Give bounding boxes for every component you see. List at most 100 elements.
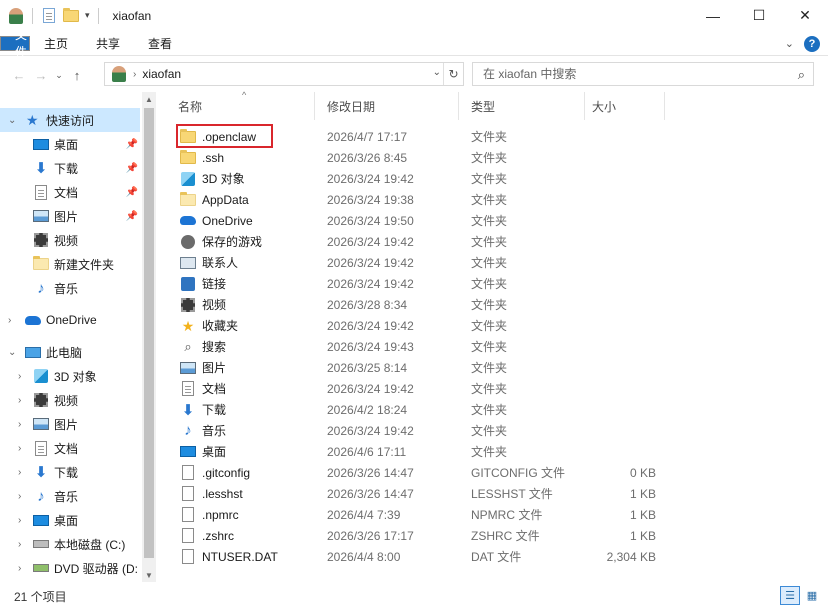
chevron-right-icon[interactable]: ›	[18, 443, 21, 454]
address-bar[interactable]: › xiaofan ⌄ ↻	[104, 62, 464, 86]
file-name-cell[interactable]: 桌面	[180, 441, 226, 462]
refresh-button[interactable]: ↻	[443, 63, 463, 85]
tab-file[interactable]: 文件	[0, 28, 30, 59]
maximize-button[interactable]: ☐	[736, 0, 782, 31]
chevron-right-icon[interactable]: ›	[18, 395, 21, 406]
chevron-right-icon[interactable]: ›	[18, 467, 21, 478]
chevron-down-icon[interactable]: ⌄	[8, 115, 16, 126]
file-row[interactable]: ♪ 音乐 2026/3/24 19:42 文件夹	[168, 420, 828, 441]
tab-share[interactable]: 共享	[82, 31, 134, 56]
file-row[interactable]: NTUSER.DAT 2026/4/4 8:00 DAT 文件 2,304 KB	[168, 546, 828, 567]
breadcrumb-separator-icon[interactable]: ›	[133, 69, 136, 80]
file-name-cell[interactable]: ♪ 音乐	[180, 420, 226, 441]
nav-pc-desktop[interactable]: › 桌面	[0, 508, 140, 532]
forward-button[interactable]: →	[30, 64, 52, 86]
file-row[interactable]: 保存的游戏 2026/3/24 19:42 文件夹	[168, 231, 828, 252]
file-row[interactable]: ⬇ 下载 2026/4/2 18:24 文件夹	[168, 399, 828, 420]
scroll-thumb[interactable]	[144, 108, 154, 558]
large-icons-view-button[interactable]: ▦	[802, 586, 822, 605]
nav-this-pc[interactable]: ⌄ 此电脑	[0, 340, 140, 364]
file-row[interactable]: 3D 对象 2026/3/24 19:42 文件夹	[168, 168, 828, 189]
search-box[interactable]: ⌕	[472, 62, 814, 86]
nav-item-videos[interactable]: 视频	[0, 228, 140, 252]
nav-item-new-folder[interactable]: 新建文件夹	[0, 252, 140, 276]
file-name-cell[interactable]: 图片	[180, 357, 226, 378]
file-row[interactable]: ⌕ 搜索 2026/3/24 19:43 文件夹	[168, 336, 828, 357]
nav-pc-documents[interactable]: › 文档	[0, 436, 140, 460]
chevron-right-icon[interactable]: ›	[18, 515, 21, 526]
search-icon[interactable]: ⌕	[798, 67, 805, 83]
file-row[interactable]: ★ 收藏夹 2026/3/24 19:42 文件夹	[168, 315, 828, 336]
nav-pc-dvd-drive[interactable]: › DVD 驱动器 (D:	[0, 556, 140, 580]
nav-item-desktop[interactable]: 桌面 📌	[0, 132, 140, 156]
search-input[interactable]	[473, 64, 773, 84]
chevron-right-icon[interactable]: ›	[18, 563, 21, 574]
file-name-cell[interactable]: 文档	[180, 378, 226, 399]
nav-scrollbar[interactable]: ▲ ▼	[142, 92, 156, 582]
file-name-cell[interactable]: 视频	[180, 294, 226, 315]
column-header-type[interactable]: 类型	[461, 92, 585, 120]
file-name-cell[interactable]: NTUSER.DAT	[180, 546, 278, 567]
nav-pc-local-disk[interactable]: › 本地磁盘 (C:)	[0, 532, 140, 556]
nav-pc-3d-objects[interactable]: › 3D 对象	[0, 364, 140, 388]
file-name-cell[interactable]: 联系人	[180, 252, 238, 273]
chevron-right-icon[interactable]: ›	[18, 491, 21, 502]
chevron-right-icon[interactable]: ›	[8, 315, 11, 326]
file-row[interactable]: 文档 2026/3/24 19:42 文件夹	[168, 378, 828, 399]
file-row[interactable]: 视频 2026/3/28 8:34 文件夹	[168, 294, 828, 315]
file-name-cell[interactable]: .npmrc	[180, 504, 239, 525]
nav-pc-videos[interactable]: › 视频	[0, 388, 140, 412]
address-dropdown-icon[interactable]: ⌄	[433, 67, 441, 78]
help-icon[interactable]: ?	[804, 35, 820, 52]
file-name-cell[interactable]: 保存的游戏	[180, 231, 262, 252]
column-header-date[interactable]: 修改日期	[317, 92, 459, 120]
tab-home[interactable]: 主页	[30, 31, 82, 56]
file-row[interactable]: AppData 2026/3/24 19:38 文件夹	[168, 189, 828, 210]
file-name-cell[interactable]: 链接	[180, 273, 226, 294]
file-name-cell[interactable]: ★ 收藏夹	[180, 315, 238, 336]
nav-item-downloads[interactable]: ⬇ 下载 📌	[0, 156, 140, 180]
scroll-up-icon[interactable]: ▲	[142, 92, 156, 106]
column-header-size[interactable]: 大小	[582, 92, 665, 120]
file-name-cell[interactable]: OneDrive	[180, 210, 253, 231]
column-header-name[interactable]: 名称	[168, 92, 315, 120]
nav-item-music[interactable]: ♪ 音乐	[0, 276, 140, 300]
nav-pc-music[interactable]: › ♪ 音乐	[0, 484, 140, 508]
nav-pc-pictures[interactable]: › 图片	[0, 412, 140, 436]
up-button[interactable]: ↑	[66, 64, 88, 86]
chevron-right-icon[interactable]: ›	[18, 539, 21, 550]
file-row[interactable]: .gitconfig 2026/3/26 14:47 GITCONFIG 文件 0 K…	[168, 462, 828, 483]
file-name-cell[interactable]: ⌕ 搜索	[180, 336, 226, 357]
file-row[interactable]: .lesshst 2026/3/26 14:47 LESSHST 文件 1 KB	[168, 483, 828, 504]
properties-icon[interactable]	[41, 8, 57, 24]
close-button[interactable]: ✕	[782, 0, 828, 31]
file-row[interactable]: .zshrc 2026/3/26 17:17 ZSHRC 文件 1 KB	[168, 525, 828, 546]
file-row[interactable]: OneDrive 2026/3/24 19:50 文件夹	[168, 210, 828, 231]
recent-locations-icon[interactable]: ⌄	[52, 64, 66, 86]
chevron-right-icon[interactable]: ›	[18, 371, 21, 382]
quick-access-toolbar-dropdown-icon[interactable]: ▾	[85, 10, 90, 21]
tab-view[interactable]: 查看	[134, 31, 186, 56]
nav-item-pictures[interactable]: 图片 📌	[0, 204, 140, 228]
file-name-cell[interactable]: .gitconfig	[180, 462, 250, 483]
new-folder-icon[interactable]	[63, 7, 79, 24]
file-row[interactable]: 链接 2026/3/24 19:42 文件夹	[168, 273, 828, 294]
chevron-right-icon[interactable]: ›	[18, 419, 21, 430]
nav-onedrive[interactable]: › OneDrive	[0, 308, 140, 332]
back-button[interactable]: ←	[8, 64, 30, 86]
file-row[interactable]: 联系人 2026/3/24 19:42 文件夹	[168, 252, 828, 273]
nav-item-documents[interactable]: 文档 📌	[0, 180, 140, 204]
details-view-button[interactable]: ☰	[780, 586, 800, 605]
file-name-cell[interactable]: AppData	[180, 189, 249, 210]
breadcrumb-xiaofan[interactable]: xiaofan	[142, 67, 181, 81]
file-row[interactable]: 桌面 2026/4/6 17:11 文件夹	[168, 441, 828, 462]
file-name-cell[interactable]: .zshrc	[180, 525, 234, 546]
file-name-cell[interactable]: 3D 对象	[180, 168, 245, 189]
file-name-cell[interactable]: ⬇ 下载	[180, 399, 226, 420]
minimize-button[interactable]: —	[690, 0, 736, 31]
file-row[interactable]: 图片 2026/3/25 8:14 文件夹	[168, 357, 828, 378]
nav-pc-downloads[interactable]: › ⬇ 下载	[0, 460, 140, 484]
scroll-down-icon[interactable]: ▼	[142, 568, 156, 582]
file-row[interactable]: .npmrc 2026/4/4 7:39 NPMRC 文件 1 KB	[168, 504, 828, 525]
file-row[interactable]: .ssh 2026/3/26 8:45 文件夹	[168, 147, 828, 168]
